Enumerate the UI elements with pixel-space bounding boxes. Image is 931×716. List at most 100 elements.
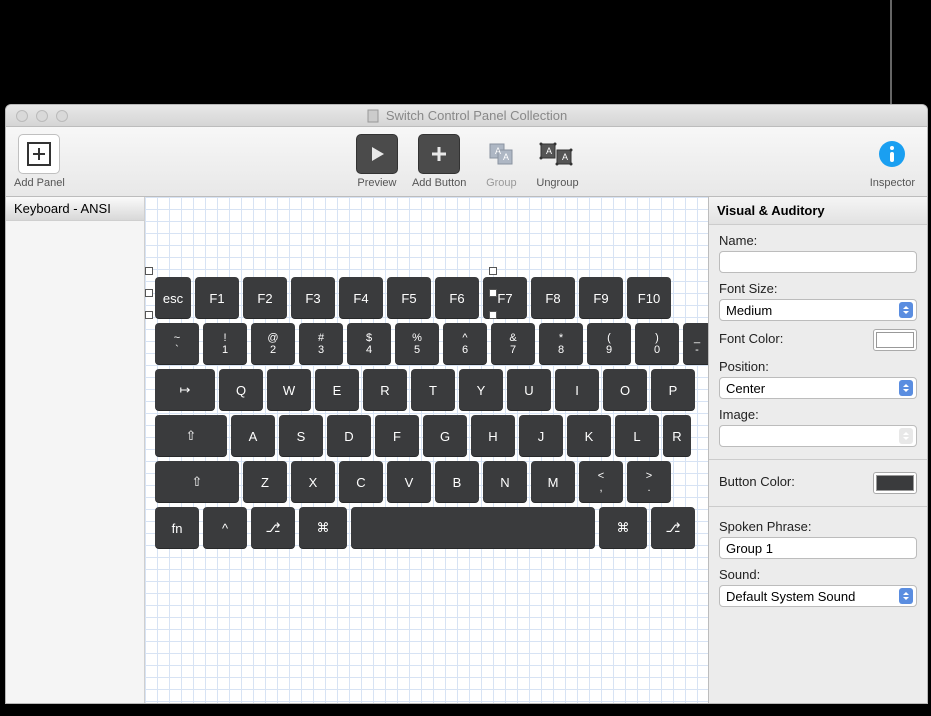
key-x[interactable]: X: [291, 461, 335, 503]
key-backtick[interactable]: ~`: [155, 323, 199, 365]
key-ctrl[interactable]: ^: [203, 507, 247, 549]
key-f1[interactable]: F1: [195, 277, 239, 319]
key-l[interactable]: L: [615, 415, 659, 457]
key-8[interactable]: *8: [539, 323, 583, 365]
key-minus[interactable]: _-: [683, 323, 708, 365]
key-b[interactable]: B: [435, 461, 479, 503]
window-title: Switch Control Panel Collection: [386, 108, 567, 123]
key-q[interactable]: Q: [219, 369, 263, 411]
ungroup-button[interactable]: AA: [536, 134, 578, 174]
key-comma[interactable]: <,: [579, 461, 623, 503]
key-tab[interactable]: ↦: [155, 369, 215, 411]
info-icon: [877, 139, 907, 169]
key-w[interactable]: W: [267, 369, 311, 411]
preview-button[interactable]: [356, 134, 398, 174]
key-r-edge[interactable]: R: [663, 415, 691, 457]
key-f7[interactable]: F7: [483, 277, 527, 319]
zoom-window-button[interactable]: [56, 110, 68, 122]
font-color-well[interactable]: [873, 329, 917, 351]
key-0[interactable]: )0: [635, 323, 679, 365]
key-j[interactable]: J: [519, 415, 563, 457]
key-6[interactable]: ^6: [443, 323, 487, 365]
key-h[interactable]: H: [471, 415, 515, 457]
position-select[interactable]: Center: [719, 377, 917, 399]
key-3[interactable]: #3: [299, 323, 343, 365]
key-7[interactable]: &7: [491, 323, 535, 365]
key-e[interactable]: E: [315, 369, 359, 411]
svg-text:A: A: [503, 152, 509, 162]
name-field[interactable]: [719, 251, 917, 273]
key-f10[interactable]: F10: [627, 277, 671, 319]
key-a[interactable]: A: [231, 415, 275, 457]
editor-canvas[interactable]: esc F1 F2 F3 F4 F5 F6 F7 F8 F9 F10 ~` !1…: [145, 197, 708, 704]
font-size-label: Font Size:: [719, 281, 917, 296]
key-capslock[interactable]: ⇧: [155, 415, 227, 457]
close-window-button[interactable]: [16, 110, 28, 122]
key-option-left[interactable]: ⎇: [251, 507, 295, 549]
key-i[interactable]: I: [555, 369, 599, 411]
key-r[interactable]: R: [363, 369, 407, 411]
key-4[interactable]: $4: [347, 323, 391, 365]
minimize-window-button[interactable]: [36, 110, 48, 122]
key-u[interactable]: U: [507, 369, 551, 411]
key-fn[interactable]: fn: [155, 507, 199, 549]
key-5[interactable]: %5: [395, 323, 439, 365]
ungroup-label: Ungroup: [536, 177, 578, 189]
key-2[interactable]: @2: [251, 323, 295, 365]
key-esc[interactable]: esc: [155, 277, 191, 319]
sound-select[interactable]: Default System Sound: [719, 585, 917, 607]
key-option-right[interactable]: ⎇: [651, 507, 695, 549]
button-color-well[interactable]: [873, 472, 917, 494]
key-s[interactable]: S: [279, 415, 323, 457]
add-button-button[interactable]: [418, 134, 460, 174]
chevron-updown-icon: [899, 588, 913, 604]
chevron-updown-icon: [899, 302, 913, 318]
key-9[interactable]: (9: [587, 323, 631, 365]
sound-label: Sound:: [719, 567, 917, 582]
key-p[interactable]: P: [651, 369, 695, 411]
key-command-right[interactable]: ⌘: [599, 507, 647, 549]
key-f3[interactable]: F3: [291, 277, 335, 319]
key-y[interactable]: Y: [459, 369, 503, 411]
keyboard-row-asdf: ⇧ A S D F G H J K L R: [155, 415, 708, 457]
image-select[interactable]: [719, 425, 917, 447]
inspector-label: Inspector: [870, 177, 915, 189]
key-space[interactable]: [351, 507, 595, 549]
key-f[interactable]: F: [375, 415, 419, 457]
key-z[interactable]: Z: [243, 461, 287, 503]
key-t[interactable]: T: [411, 369, 455, 411]
key-g[interactable]: G: [423, 415, 467, 457]
chevron-updown-icon: [899, 380, 913, 396]
key-1[interactable]: !1: [203, 323, 247, 365]
key-f6[interactable]: F6: [435, 277, 479, 319]
sidebar-item-keyboard[interactable]: Keyboard - ANSI: [6, 197, 144, 221]
key-v[interactable]: V: [387, 461, 431, 503]
key-c[interactable]: C: [339, 461, 383, 503]
group-button[interactable]: AA: [480, 134, 522, 174]
key-n[interactable]: N: [483, 461, 527, 503]
key-o[interactable]: O: [603, 369, 647, 411]
key-f2[interactable]: F2: [243, 277, 287, 319]
keyboard-panel[interactable]: esc F1 F2 F3 F4 F5 F6 F7 F8 F9 F10 ~` !1…: [155, 277, 708, 553]
key-shift-left[interactable]: ⇧: [155, 461, 239, 503]
key-k[interactable]: K: [567, 415, 611, 457]
font-size-select[interactable]: Medium: [719, 299, 917, 321]
inspector-panel: Visual & Auditory Name: Font Size: Mediu…: [708, 197, 927, 704]
key-f4[interactable]: F4: [339, 277, 383, 319]
key-period[interactable]: >.: [627, 461, 671, 503]
inspector-button[interactable]: [871, 134, 913, 174]
key-f9[interactable]: F9: [579, 277, 623, 319]
key-d[interactable]: D: [327, 415, 371, 457]
button-color-swatch: [876, 475, 914, 491]
spoken-phrase-field[interactable]: [719, 537, 917, 559]
spoken-phrase-label: Spoken Phrase:: [719, 519, 917, 534]
key-f8[interactable]: F8: [531, 277, 575, 319]
key-m[interactable]: M: [531, 461, 575, 503]
keyboard-row-qwerty: ↦ Q W E R T Y U I O P: [155, 369, 708, 411]
plus-icon: [429, 144, 449, 164]
add-panel-button[interactable]: [18, 134, 60, 174]
add-panel-label: Add Panel: [14, 177, 65, 189]
key-f5[interactable]: F5: [387, 277, 431, 319]
key-command-left[interactable]: ⌘: [299, 507, 347, 549]
panel-editor-window: Switch Control Panel Collection Add Pane…: [5, 104, 928, 704]
